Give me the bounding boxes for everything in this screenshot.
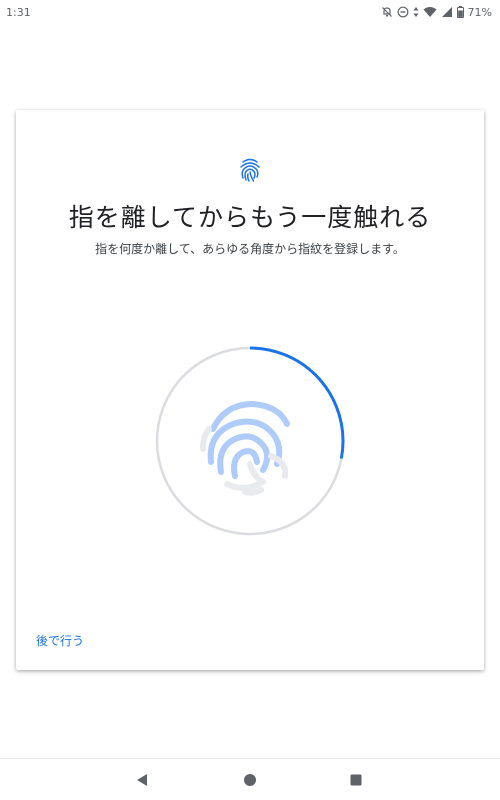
navigation-bar [0,758,500,800]
back-triangle-icon[interactable] [133,771,151,789]
wifi-icon [423,6,437,18]
do-later-link[interactable]: 後で行う [36,632,84,649]
page-title: 指を離してからもう一度触れる [68,203,432,232]
recents-square-icon[interactable] [347,771,365,789]
status-icons: 71% [381,6,492,19]
battery-icon [456,6,464,18]
notifications-off-icon [381,6,393,18]
status-bar: 1:31 71% [0,0,500,24]
data-arrows-icon [413,6,419,18]
do-not-disturb-icon [397,6,409,18]
signal-icon [441,6,453,18]
page-subtitle: 指を何度か離して、あらゆる角度から指紋を登録します。 [95,242,405,256]
status-time: 1:31 [6,5,31,19]
home-circle-icon[interactable] [241,771,259,789]
fingerprint-enroll-card: 指を離してからもう一度触れる 指を何度か離して、あらゆる角度から指紋を登録します… [16,110,484,670]
fingerprint-graphic [200,400,290,496]
battery-percent: 71% [467,5,492,19]
fingerprint-sensor[interactable] [153,344,347,538]
fingerprint-icon [238,156,262,184]
